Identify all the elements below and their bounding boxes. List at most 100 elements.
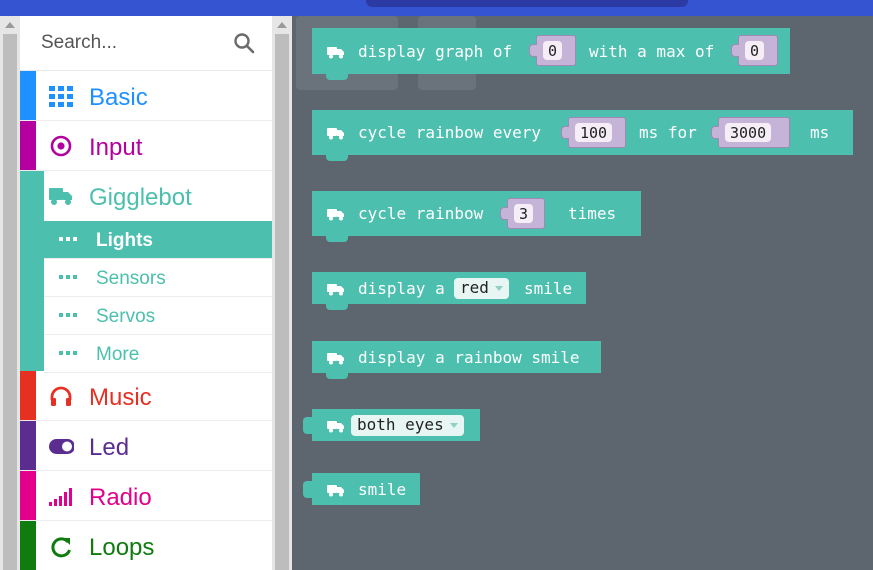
search-icon[interactable]: [233, 32, 255, 54]
category-basic[interactable]: Basic: [20, 71, 272, 121]
category-input[interactable]: Input: [20, 121, 272, 171]
block-both-eyes[interactable]: both eyes: [303, 409, 480, 441]
block-text: times: [568, 204, 617, 223]
toolbox-scrollbar-left[interactable]: [0, 16, 20, 570]
toggle-icon: [49, 439, 74, 454]
block-display-color-smile[interactable]: display a red smile: [312, 272, 586, 310]
block-text: display graph of: [358, 42, 513, 61]
category-music[interactable]: Music: [20, 371, 272, 421]
slot-plug: [529, 44, 537, 57]
category-color-bar: [20, 371, 36, 420]
subcategory-more[interactable]: More: [44, 335, 272, 373]
category-color-bar: [20, 71, 36, 120]
value-slot[interactable]: 100: [561, 117, 626, 148]
dropdown-value: both eyes: [357, 415, 444, 434]
subcategory-servos[interactable]: Servos: [44, 297, 272, 335]
block-notch: [326, 234, 348, 242]
truck-icon: [327, 353, 344, 365]
value-slot[interactable]: 3000: [711, 117, 790, 148]
dropdown-value: red: [460, 278, 489, 297]
block-text: cycle rainbow: [358, 204, 484, 223]
value-slot[interactable]: 0: [731, 35, 778, 66]
more-dots-icon: [59, 313, 77, 317]
search-input[interactable]: Search...: [41, 32, 117, 54]
block-smile[interactable]: smile: [303, 473, 420, 505]
block-cycle-rainbow-times[interactable]: cycle rainbow 3 times: [312, 191, 641, 242]
number-field[interactable]: 3: [514, 204, 534, 223]
block-text: display a rainbow smile: [358, 348, 580, 367]
truck-icon: [49, 188, 72, 205]
truck-icon: [327, 421, 344, 433]
category-gigglebot-group: Gigglebot Lights Sensors Servos More: [20, 171, 272, 373]
scrollbar-thumb[interactable]: [3, 34, 17, 570]
truck-icon: [327, 128, 344, 140]
category-radio[interactable]: Radio: [20, 471, 272, 521]
dropdown-caret-icon: [449, 423, 458, 428]
scrollbar-thumb[interactable]: [275, 34, 289, 570]
category-label: Music: [89, 384, 152, 411]
block-text: ms for: [639, 123, 697, 142]
subcategory-lights[interactable]: Lights: [44, 221, 272, 259]
category-label: Loops: [89, 534, 155, 561]
color-dropdown[interactable]: red: [454, 278, 509, 299]
signal-bars-icon: [49, 488, 72, 506]
number-field[interactable]: 0: [543, 41, 563, 60]
block-text: cycle rainbow every: [358, 123, 542, 142]
block-text: with a max of: [589, 42, 715, 61]
category-label: Basic: [89, 84, 148, 111]
category-label: Input: [89, 134, 143, 161]
grid-icon: [49, 86, 73, 107]
truck-icon: [327, 209, 344, 221]
value-slot[interactable]: 3: [500, 198, 545, 229]
top-bar-tab[interactable]: [366, 0, 688, 7]
subcategory-label: More: [96, 344, 140, 365]
search-box[interactable]: Search...: [20, 16, 272, 71]
category-color-bar: [20, 471, 36, 520]
category-led[interactable]: Led: [20, 421, 272, 471]
block-display-graph[interactable]: display graph of 0 with a max of 0: [312, 28, 790, 80]
block-display-rainbow-smile[interactable]: display a rainbow smile: [312, 341, 601, 379]
block-notch: [326, 72, 348, 80]
category-label: Gigglebot: [89, 184, 192, 211]
block-notch: [326, 371, 348, 379]
slot-plug: [711, 126, 719, 139]
truck-icon: [327, 284, 344, 296]
toolbox: Search... Basic Input Gigglebot Lights S…: [20, 16, 272, 570]
category-loops[interactable]: Loops: [20, 521, 272, 570]
number-field[interactable]: 100: [575, 123, 613, 142]
truck-icon: [327, 485, 344, 497]
scroll-up-arrow-icon[interactable]: [277, 22, 287, 28]
headphones-icon: [50, 386, 72, 406]
toolbox-scrollbar-right[interactable]: [272, 16, 292, 570]
number-field[interactable]: 0: [745, 41, 765, 60]
more-dots-icon: [59, 275, 77, 279]
block-text: ms: [810, 123, 830, 142]
block-text: smile: [358, 480, 407, 499]
category-color-bar: [20, 421, 36, 470]
category-color-bar: [20, 121, 36, 170]
category-gigglebot[interactable]: Gigglebot: [20, 171, 272, 221]
slot-plug: [561, 126, 569, 139]
eyes-dropdown[interactable]: both eyes: [351, 415, 464, 436]
value-slot[interactable]: 0: [529, 35, 576, 66]
slot-plug: [731, 44, 739, 57]
category-label: Led: [89, 434, 130, 461]
subcategory-sensors[interactable]: Sensors: [44, 259, 272, 297]
radio-circle-icon: [50, 135, 72, 157]
slot-plug: [500, 207, 508, 220]
scroll-up-arrow-icon[interactable]: [5, 22, 15, 28]
subcategory-label: Sensors: [96, 268, 166, 289]
category-color-bar: [20, 521, 36, 570]
dropdown-caret-icon: [494, 286, 503, 291]
category-label: Radio: [89, 484, 152, 511]
block-cycle-rainbow-every[interactable]: cycle rainbow every 100 ms for 3000 ms: [312, 110, 853, 161]
output-tab: [303, 417, 313, 434]
top-bar: [0, 0, 873, 16]
subcategory-label: Servos: [96, 306, 156, 327]
subcategory-label: Lights: [96, 230, 153, 251]
refresh-icon: [51, 537, 71, 558]
output-tab: [303, 481, 313, 498]
truck-icon: [327, 47, 344, 59]
number-field[interactable]: 3000: [725, 123, 772, 142]
block-notch: [326, 153, 348, 161]
